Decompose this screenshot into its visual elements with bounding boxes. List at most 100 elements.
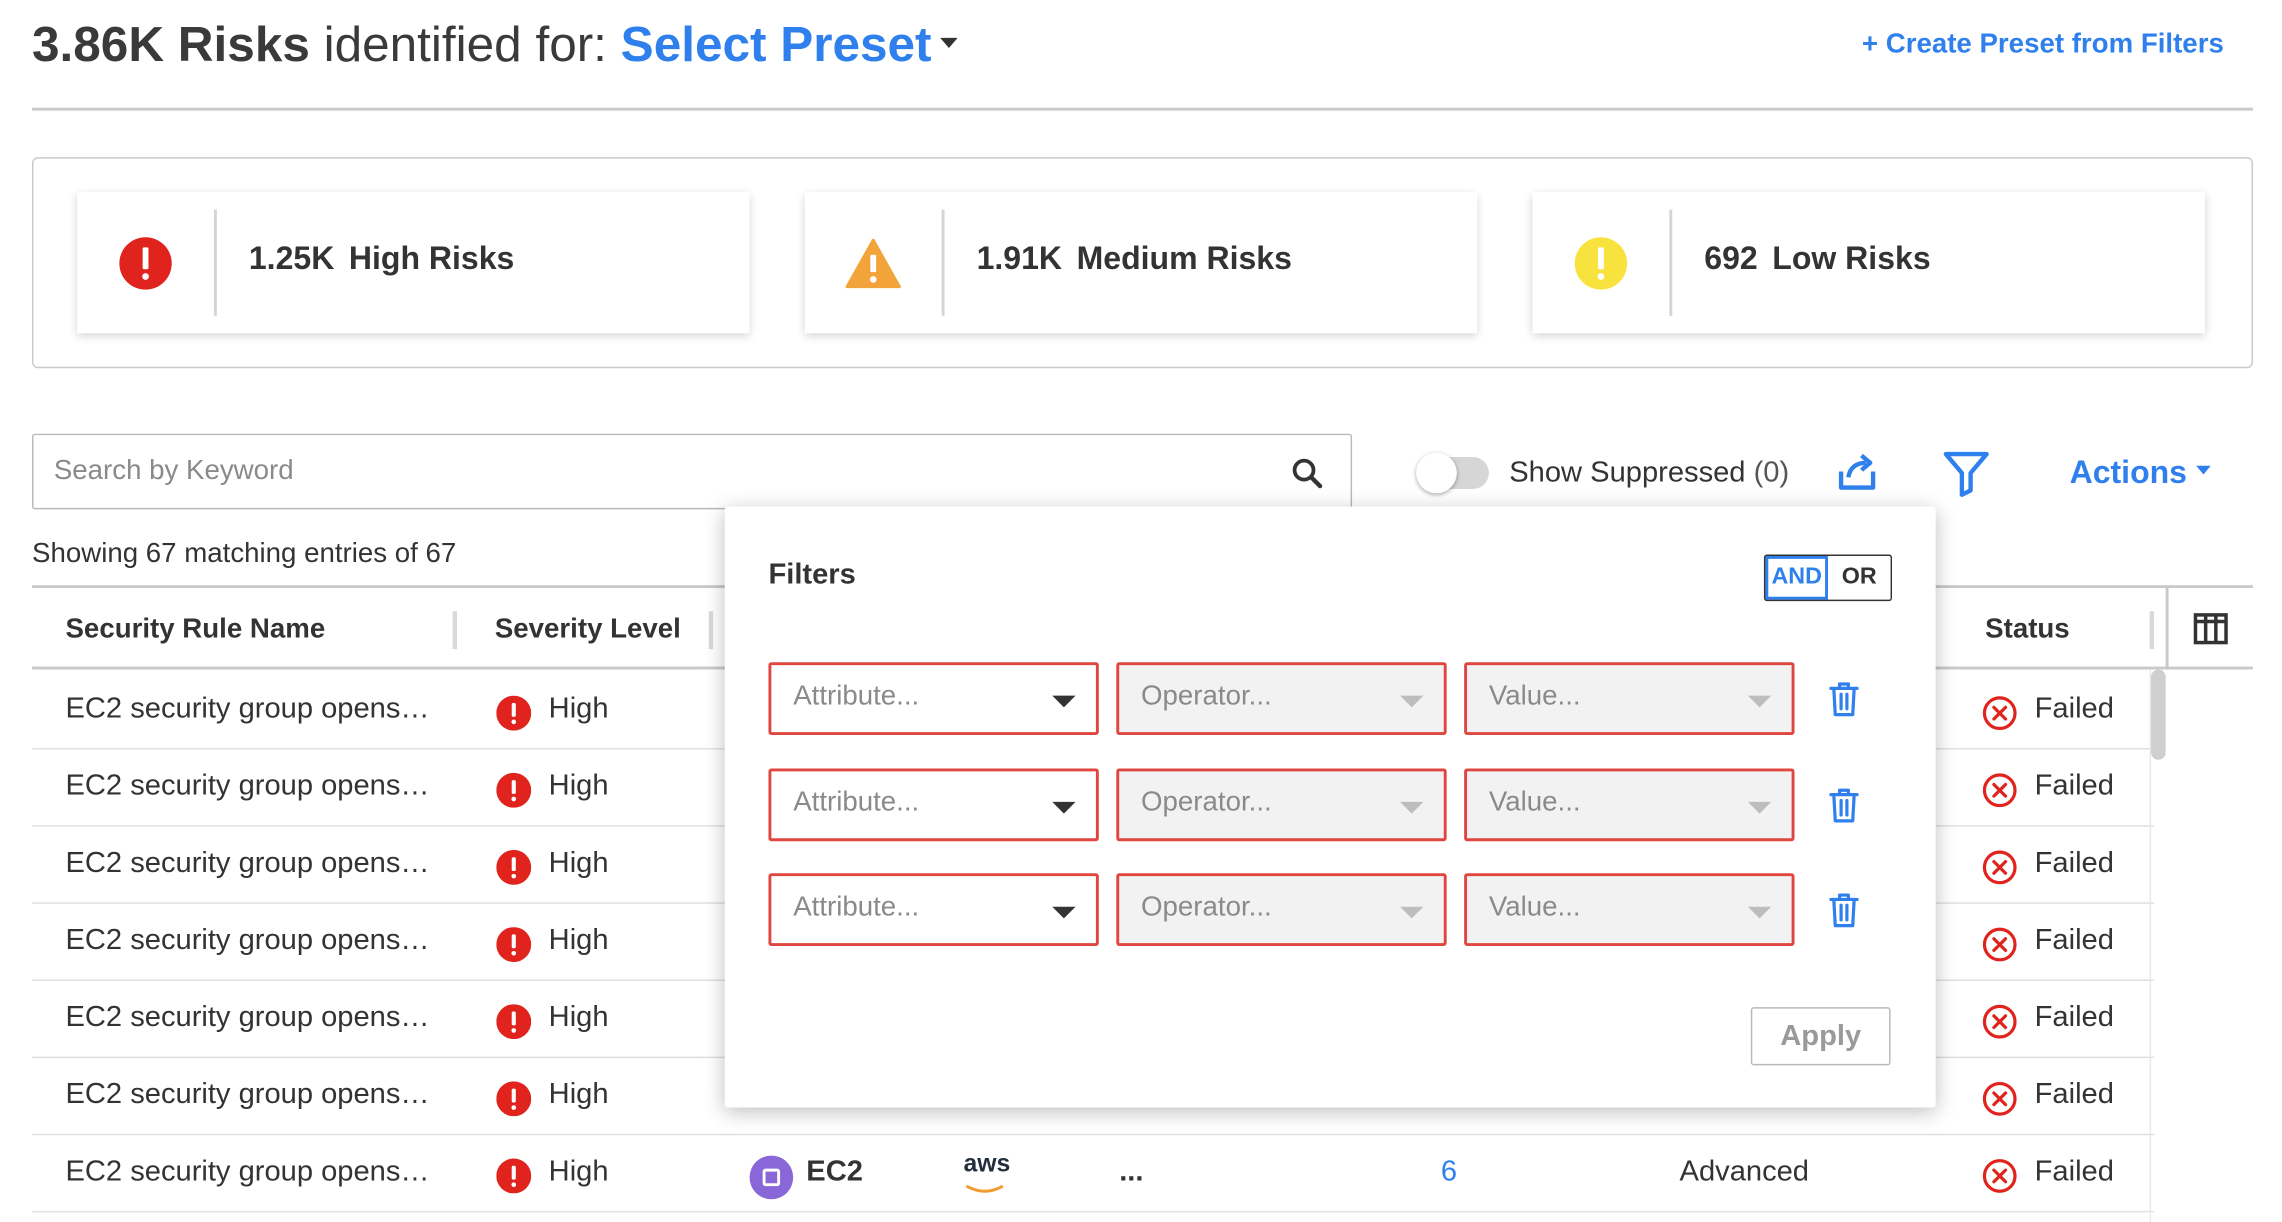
operator-select[interactable]: Operator... bbox=[1116, 873, 1447, 947]
select-preset-dropdown[interactable]: Select Preset bbox=[621, 17, 958, 73]
table-scrollbar[interactable] bbox=[2151, 669, 2166, 760]
severity-cell: High bbox=[548, 692, 609, 725]
low-severity-icon bbox=[1574, 237, 1628, 290]
share-icon[interactable] bbox=[1834, 448, 1881, 495]
chevron-down-icon bbox=[2195, 466, 2211, 475]
and-button[interactable]: AND bbox=[1765, 555, 1828, 600]
high-severity-icon bbox=[496, 772, 532, 808]
high-risks-label: High Risks bbox=[348, 240, 515, 277]
rule-name-cell[interactable]: EC2 security group opens… bbox=[65, 770, 429, 803]
filter-icon[interactable] bbox=[1942, 448, 1991, 498]
low-risks-label: Low Risks bbox=[1772, 240, 1931, 277]
risk-summary-panel: 1.25K High Risks 1.91K Medium Risks 692 Low… bbox=[32, 157, 2253, 369]
rule-name-cell[interactable]: EC2 security group opens… bbox=[65, 1078, 429, 1111]
chevron-down-icon bbox=[1052, 906, 1076, 919]
value-select[interactable]: Value... bbox=[1464, 768, 1795, 842]
rule-name-cell[interactable]: EC2 security group opens… bbox=[65, 693, 429, 726]
failed-status-icon bbox=[1982, 1081, 2017, 1116]
medium-risks-count: 1.91K bbox=[976, 240, 1063, 277]
column-resize-handle[interactable] bbox=[2149, 611, 2154, 650]
status-cell: Failed bbox=[2034, 1001, 2114, 1034]
count-link[interactable]: 6 bbox=[1441, 1156, 1457, 1189]
severity-cell: High bbox=[548, 769, 609, 802]
column-header-severity[interactable]: Severity Level bbox=[495, 614, 681, 646]
severity-cell: High bbox=[548, 847, 609, 880]
status-cell: Failed bbox=[2034, 924, 2114, 957]
page-header: 3.86K Risks identified for: Select Prese… bbox=[32, 12, 2253, 111]
aws-logo: aws bbox=[963, 1149, 1011, 1178]
filters-popover: Filters AND OR Attribute... Operator... … bbox=[724, 506, 1936, 1108]
high-risks-count: 1.25K bbox=[248, 240, 335, 277]
high-severity-icon bbox=[496, 849, 532, 885]
chevron-down-icon bbox=[940, 37, 958, 48]
high-severity-icon bbox=[496, 927, 532, 963]
high-severity-icon bbox=[496, 1158, 532, 1194]
actions-dropdown[interactable]: Actions bbox=[2070, 454, 2211, 492]
chevron-down-icon bbox=[1052, 801, 1076, 814]
apply-button[interactable]: Apply bbox=[1750, 1007, 1891, 1066]
column-resize-handle[interactable] bbox=[708, 611, 714, 650]
trash-icon[interactable] bbox=[1828, 680, 1860, 718]
trash-icon[interactable] bbox=[1828, 891, 1860, 929]
rule-name-cell[interactable]: EC2 security group opens… bbox=[65, 847, 429, 880]
medium-risks-card[interactable]: 1.91K Medium Risks bbox=[804, 192, 1478, 334]
value-select[interactable]: Value... bbox=[1464, 873, 1795, 947]
failed-status-icon bbox=[1982, 1004, 2017, 1039]
attribute-select[interactable]: Attribute... bbox=[768, 873, 1099, 947]
value-select[interactable]: Value... bbox=[1464, 662, 1795, 735]
operator-select[interactable]: Operator... bbox=[1116, 662, 1447, 735]
status-cell: Failed bbox=[2034, 692, 2114, 725]
filter-row: Attribute... Operator... Value... bbox=[768, 768, 1903, 842]
showing-entries: Showing 67 matching entries of 67 bbox=[32, 538, 457, 570]
columns-icon bbox=[2193, 613, 2228, 645]
more-cell[interactable]: ... bbox=[1119, 1156, 1143, 1189]
high-severity-icon bbox=[119, 237, 172, 290]
filter-row: Attribute... Operator... Value... bbox=[768, 662, 1903, 735]
chevron-down-icon bbox=[1747, 906, 1772, 919]
trash-icon[interactable] bbox=[1828, 786, 1860, 824]
rule-name-cell[interactable]: EC2 security group opens… bbox=[65, 1156, 429, 1189]
failed-status-icon bbox=[1982, 1159, 2017, 1193]
suppressed-label: Show Suppressed bbox=[1509, 456, 1746, 489]
filter-row: Attribute... Operator... Value... bbox=[768, 873, 1903, 947]
chevron-down-icon bbox=[1747, 801, 1772, 814]
severity-cell: High bbox=[548, 1078, 609, 1111]
card-divider bbox=[213, 209, 217, 316]
tier-cell: Advanced bbox=[1679, 1155, 1810, 1188]
page-title: 3.86K Risks identified for: Select Prese… bbox=[32, 17, 958, 74]
status-cell: Failed bbox=[2034, 1155, 2114, 1188]
service-cell: EC2 bbox=[806, 1155, 863, 1188]
aws-smile-icon bbox=[965, 1184, 1004, 1193]
suppressed-toggle[interactable] bbox=[1416, 452, 1489, 494]
search-icon[interactable] bbox=[1289, 456, 1324, 491]
column-header-rule-name[interactable]: Security Rule Name bbox=[65, 614, 325, 646]
chevron-down-icon bbox=[1400, 801, 1424, 814]
or-button[interactable]: OR bbox=[1828, 556, 1891, 600]
chevron-down-icon bbox=[1400, 695, 1424, 708]
low-risks-card[interactable]: 692 Low Risks bbox=[1532, 192, 2205, 334]
create-preset-link[interactable]: + Create Preset from Filters bbox=[1862, 29, 2224, 61]
search-input[interactable] bbox=[53, 446, 1248, 497]
attribute-select[interactable]: Attribute... bbox=[768, 768, 1099, 842]
severity-cell: High bbox=[548, 1155, 609, 1188]
medium-severity-icon bbox=[845, 238, 901, 289]
card-divider bbox=[1669, 209, 1673, 316]
column-header-status[interactable]: Status bbox=[1985, 614, 2070, 646]
attribute-select[interactable]: Attribute... bbox=[768, 662, 1099, 735]
high-severity-icon bbox=[496, 695, 532, 731]
column-chooser-button[interactable] bbox=[2165, 587, 2253, 670]
chevron-down-icon bbox=[1400, 906, 1424, 919]
rule-name-cell[interactable]: EC2 security group opens… bbox=[65, 924, 429, 957]
card-divider bbox=[941, 209, 945, 316]
operator-select[interactable]: Operator... bbox=[1116, 768, 1447, 842]
high-risks-card[interactable]: 1.25K High Risks bbox=[77, 192, 750, 334]
severity-cell: High bbox=[548, 924, 609, 957]
column-resize-handle[interactable] bbox=[452, 611, 457, 650]
rule-name-cell[interactable]: EC2 security group opens… bbox=[65, 1001, 429, 1034]
table-row[interactable]: EC2 security group opens… High EC2 aws... 6 A… bbox=[32, 1135, 2154, 1213]
ec2-service-icon bbox=[749, 1155, 794, 1200]
severity-cell: High bbox=[548, 1001, 609, 1034]
failed-status-icon bbox=[1982, 927, 2017, 962]
show-suppressed: Show Suppressed (0) bbox=[1416, 451, 1789, 495]
status-cell: Failed bbox=[2034, 847, 2114, 880]
